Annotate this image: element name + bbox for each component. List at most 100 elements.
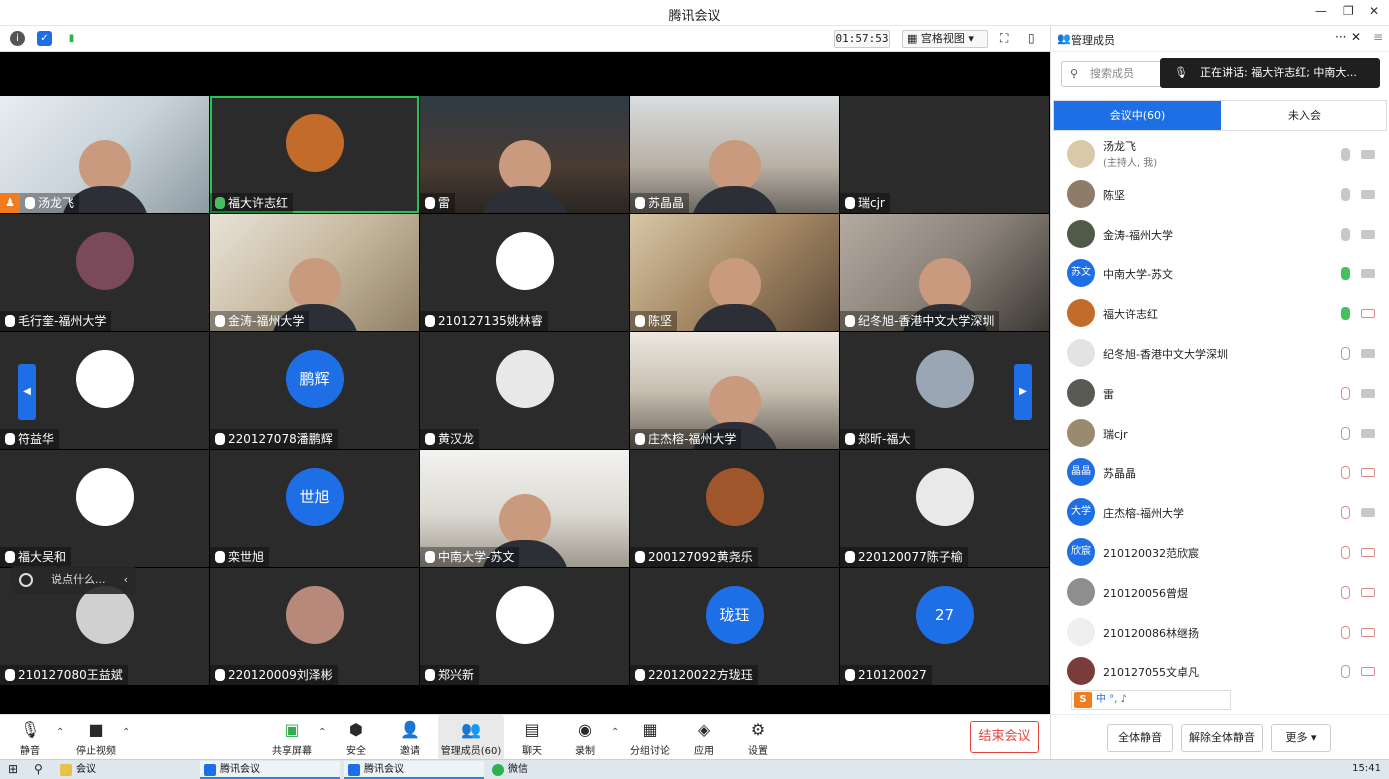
tab-in-meeting[interactable]: 会议中(60) [1054,101,1221,130]
member-microphone-icon[interactable] [1341,506,1350,520]
mute-all-button[interactable]: 全体静音 [1107,724,1173,752]
video-tile[interactable]: 庄杰榕-福州大学 [630,332,839,449]
shield-icon[interactable]: ✓ [37,31,52,46]
video-tile[interactable]: 金涛-福州大学 [210,214,419,331]
close-panel-icon[interactable]: ✕ [1351,30,1361,44]
mute-options-chevron-icon[interactable]: ⌃ [56,727,64,738]
taskbar-item-meeting[interactable]: 腾讯会议 [200,761,340,779]
member-row[interactable]: 欣宸 210120032范欣宸 [1051,532,1389,572]
video-tile[interactable]: 鹏辉 220127078潘鹏辉 [210,332,419,449]
member-camera-icon[interactable] [1361,150,1375,159]
member-camera-icon[interactable] [1361,388,1375,398]
view-mode-select[interactable]: ▦ 宫格视图 ▾ [902,30,988,48]
member-row[interactable]: 陈坚 [1051,174,1389,214]
member-camera-icon[interactable] [1361,587,1375,597]
search-icon[interactable]: ⚲ [34,762,43,776]
member-row[interactable]: 雷 [1051,373,1389,413]
video-tile[interactable]: 郑兴新 [420,568,629,685]
member-camera-icon[interactable] [1361,667,1375,677]
video-tile[interactable]: 27 210120027 [840,568,1049,685]
chat-button[interactable]: ▤ 聊天 [506,715,558,760]
info-icon[interactable]: i [10,31,25,46]
member-row[interactable]: 晶晶 苏晶晶 [1051,452,1389,492]
record-button[interactable]: ◉ 录制 [559,715,611,760]
tab-not-joined[interactable]: 未入会 [1221,101,1388,130]
member-microphone-icon[interactable] [1341,386,1350,400]
sidebar-toggle-icon[interactable]: ▯ [1028,31,1035,45]
video-tile[interactable]: 陈坚 [630,214,839,331]
member-microphone-icon[interactable] [1341,347,1350,360]
record-options-chevron-icon[interactable]: ⌃ [611,727,619,738]
breakout-button[interactable]: ▦ 分组讨论 [624,715,676,760]
next-page-button[interactable]: ▶ [1014,364,1032,420]
member-microphone-icon[interactable] [1341,187,1350,201]
video-tile[interactable]: 中南大学-苏文 [420,450,629,567]
video-tile[interactable]: 福大许志红 [210,96,419,213]
member-row[interactable]: 210120086林继扬 [1051,612,1389,652]
share-options-chevron-icon[interactable]: ⌃ [318,727,326,738]
video-tile[interactable]: 毛行奎-福州大学 [0,214,209,331]
member-camera-icon[interactable] [1361,548,1375,557]
member-camera-icon[interactable] [1361,349,1375,358]
member-camera-icon[interactable] [1361,508,1375,518]
video-tile[interactable]: 210127135姚林睿 [420,214,629,331]
fullscreen-icon[interactable]: ⛶ [1000,31,1008,46]
member-camera-icon[interactable] [1361,627,1375,637]
video-options-chevron-icon[interactable]: ⌃ [122,727,130,738]
close-icon[interactable]: ✕ [1369,4,1379,18]
member-row[interactable]: 210120056曾煜 [1051,572,1389,612]
video-tile[interactable]: 瑞cjr [840,96,1049,213]
video-tile[interactable]: 珑珏 220120022方珑珏 [630,568,839,685]
chat-input[interactable]: 说点什么... ‹ [11,566,136,594]
member-camera-icon[interactable] [1361,189,1375,199]
member-row[interactable]: 210127055文卓凡 [1051,651,1389,691]
signal-icon[interactable]: ▮ [64,31,79,46]
restore-icon[interactable]: ❐ [1343,4,1354,18]
member-microphone-icon[interactable] [1341,426,1350,440]
member-microphone-icon[interactable] [1341,625,1350,639]
stop-video-button[interactable]: ■ 停止视频 [70,715,122,760]
prev-page-button[interactable]: ◀ [18,364,36,420]
taskbar-item-folder[interactable]: 会议 [56,761,196,779]
member-camera-icon[interactable] [1361,269,1375,279]
member-camera-icon[interactable] [1361,468,1375,478]
more-options-icon[interactable]: ··· [1335,30,1346,44]
collapse-icon[interactable]: ‹ [124,566,128,594]
menu-icon[interactable]: ≡ [1373,30,1383,44]
member-camera-icon[interactable] [1361,309,1375,319]
settings-button[interactable]: ⚙ 设置 [732,715,784,760]
minimize-icon[interactable]: — [1315,4,1327,18]
member-row[interactable]: 纪冬旭-香港中文大学深圳 [1051,333,1389,373]
taskbar-item-wechat[interactable]: 微信 [488,761,628,779]
share-screen-button[interactable]: ▣ 共享屏幕 [266,715,318,760]
emoji-icon[interactable] [19,573,33,587]
member-row[interactable]: 金涛-福州大学 [1051,214,1389,254]
video-tile[interactable]: 福大吴和 [0,450,209,567]
video-tile[interactable]: 雷 [420,96,629,213]
apps-button[interactable]: ◈ 应用 [678,715,730,760]
security-button[interactable]: ⬢ 安全 [330,715,382,760]
member-microphone-icon[interactable] [1341,665,1350,679]
member-row[interactable]: 汤龙飞 (主持人, 我) [1051,134,1389,174]
member-row[interactable]: 大学 庄杰榕-福州大学 [1051,492,1389,532]
video-tile[interactable]: 220120077陈子榆 [840,450,1049,567]
video-tile[interactable]: 纪冬旭-香港中文大学深圳 [840,214,1049,331]
windows-start-icon[interactable]: ⊞ [8,762,18,776]
video-tile[interactable]: 世旭 栾世旭 [210,450,419,567]
end-meeting-button[interactable]: 结束会议 [970,721,1039,753]
member-microphone-icon[interactable] [1341,466,1350,480]
member-row[interactable]: 瑞cjr [1051,413,1389,453]
member-row[interactable]: 苏文 中南大学-苏文 [1051,253,1389,293]
video-tile[interactable]: ♟ 汤龙飞 [0,96,209,213]
video-tile[interactable]: 200127092黄尧乐 [630,450,839,567]
member-row[interactable]: 福大许志红 [1051,293,1389,333]
member-microphone-icon[interactable] [1341,227,1350,241]
video-tile[interactable]: 220120009刘泽彬 [210,568,419,685]
taskbar-item-meeting-2[interactable]: 腾讯会议 [344,761,484,779]
member-camera-icon[interactable] [1361,229,1375,239]
manage-members-button[interactable]: 👥 管理成员(60) [438,715,504,760]
ime-toolbar[interactable]: S 中 °, ♪ [1071,690,1231,710]
member-microphone-icon[interactable] [1341,267,1350,281]
more-button[interactable]: 更多 ▾ [1271,724,1331,752]
member-microphone-icon[interactable] [1341,546,1350,559]
